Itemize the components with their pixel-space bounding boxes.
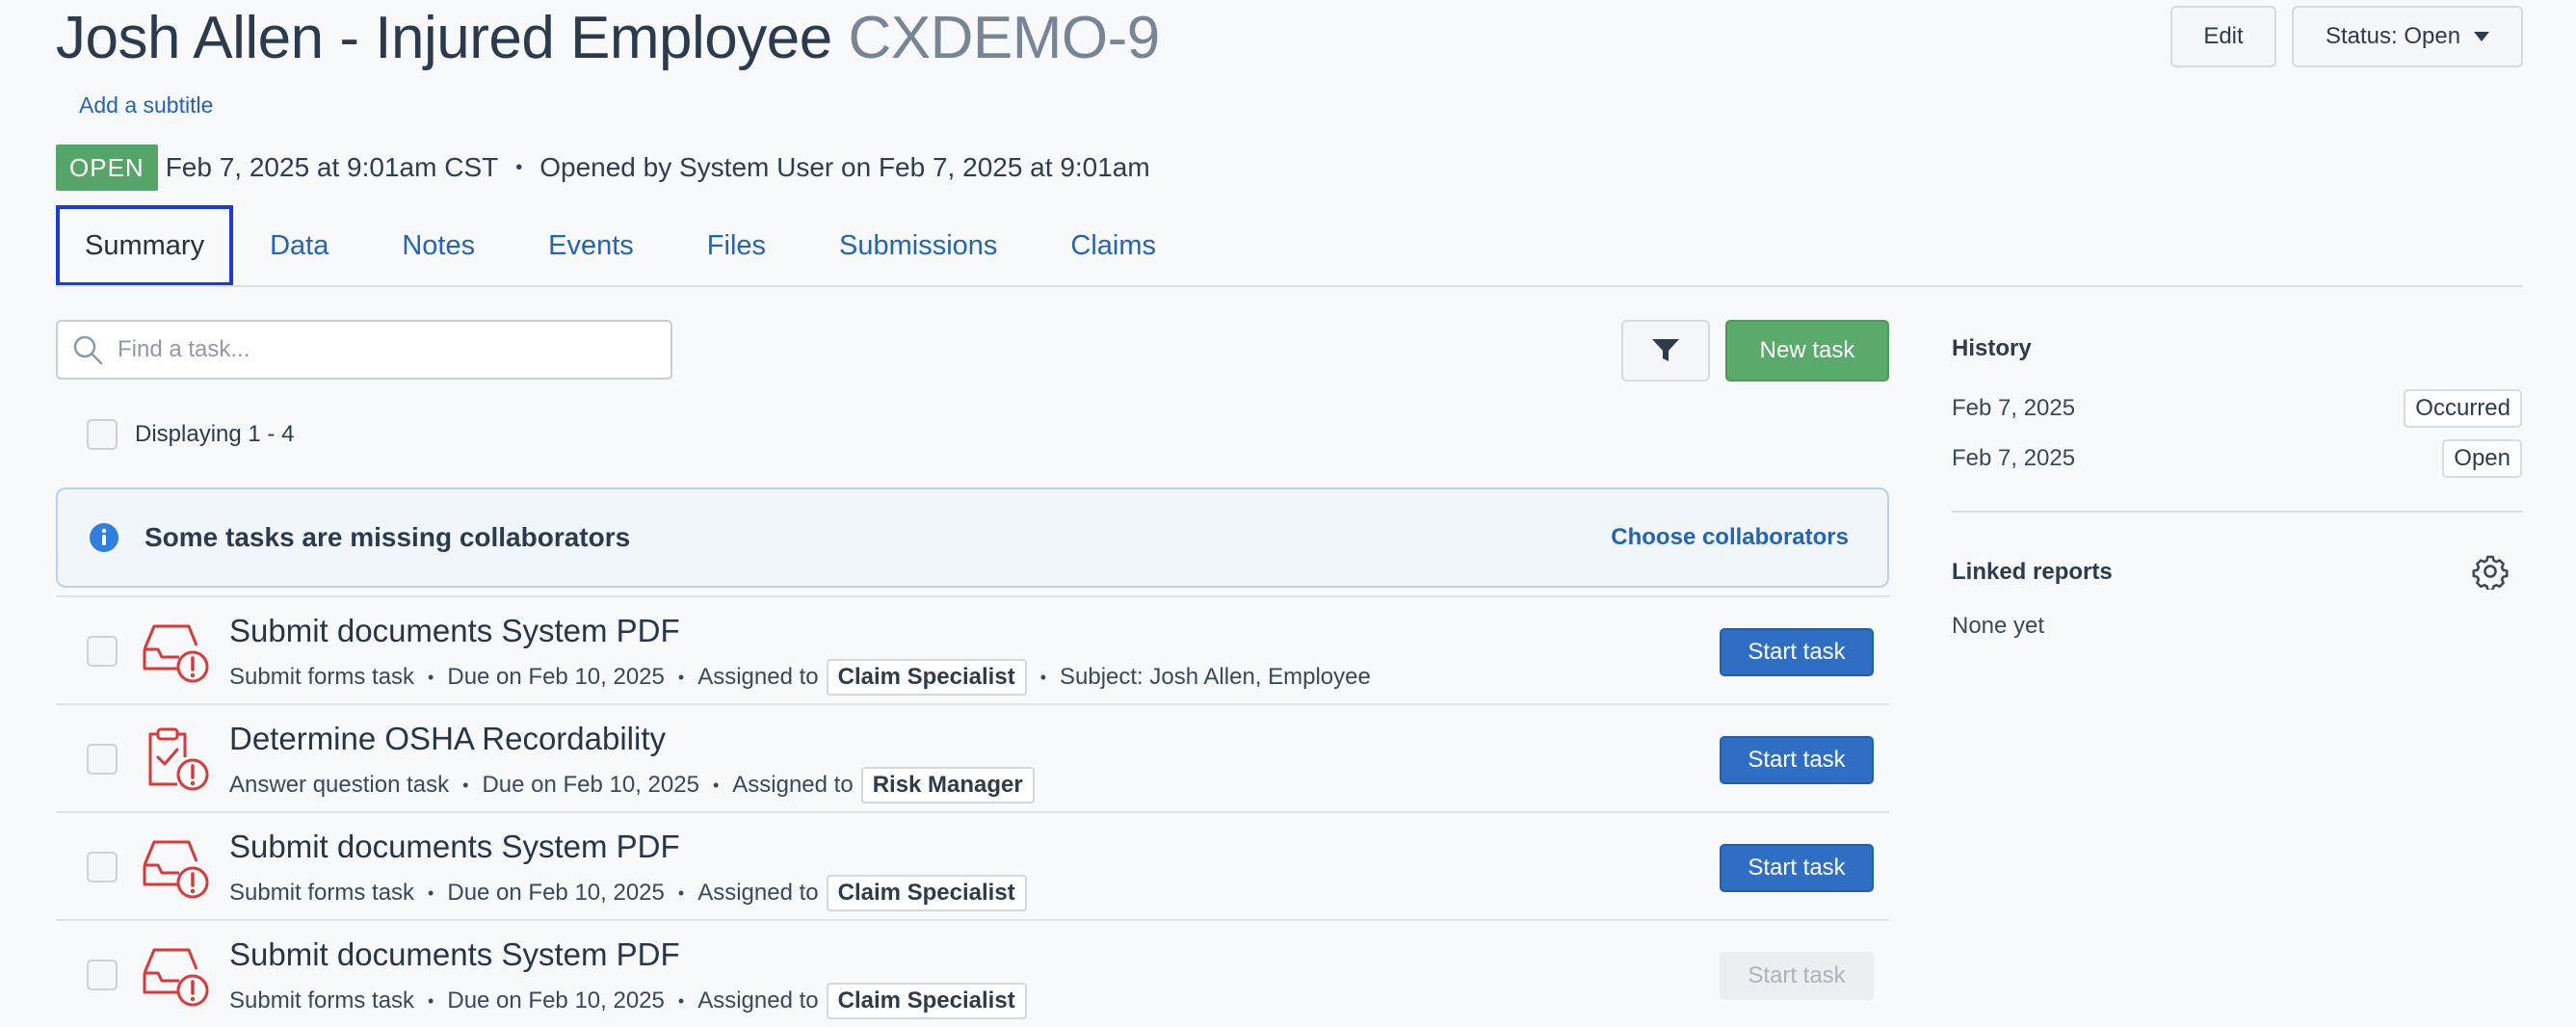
status-dropdown[interactable]: Status: Open (2292, 6, 2523, 67)
task-meta: Submit forms task • Due on Feb 10, 2025 … (229, 875, 1027, 911)
history-event-badge: Open (2442, 439, 2522, 478)
tab-summary[interactable]: Summary (56, 205, 234, 286)
separator-dot: • (677, 990, 685, 1011)
task-checkbox[interactable] (87, 636, 118, 667)
task-type: Submit forms task (229, 988, 415, 1014)
separator-dot: • (462, 775, 469, 795)
task-title[interactable]: Submit documents System PDF (229, 829, 680, 865)
task-checkbox[interactable] (87, 852, 118, 882)
select-all-checkbox[interactable] (87, 419, 118, 450)
task-due: Due on Feb 10, 2025 (447, 988, 665, 1014)
tab-divider (56, 285, 2523, 287)
task-subject: Subject: Josh Allen, Employee (1060, 664, 1371, 690)
tab-submissions[interactable]: Submissions (802, 205, 1034, 286)
start-task-button-disabled: Start task (1720, 952, 1874, 1000)
task-search[interactable] (56, 320, 672, 380)
task-type: Submit forms task (229, 880, 415, 906)
sidebar-divider (1952, 511, 2522, 513)
separator-dot: • (515, 156, 523, 178)
add-subtitle-link[interactable]: Add a subtitle (79, 92, 213, 118)
tab-notes[interactable]: Notes (365, 205, 512, 286)
info-icon (90, 523, 118, 552)
history-date: Feb 7, 2025 (1952, 395, 2076, 421)
collaborators-alert: Some tasks are missing collaborators Cho… (56, 487, 1889, 588)
history-event-badge: Occurred (2404, 389, 2522, 428)
separator-dot: • (428, 882, 434, 903)
edit-button[interactable]: Edit (2170, 6, 2276, 67)
status-label: Status: Open (2325, 23, 2461, 49)
assigned-label: Assigned to (697, 988, 819, 1014)
assigned-label: Assigned to (697, 664, 819, 690)
assignee-chip: Claim Specialist (826, 659, 1027, 696)
case-timestamp: Feb 7, 2025 at 9:01am CST (165, 152, 499, 182)
opened-by-text: Opened by System User on Feb 7, 2025 at … (539, 152, 1150, 182)
assignee-chip: Risk Manager (860, 767, 1035, 803)
alert-message: Some tasks are missing collaborators (145, 522, 631, 552)
start-task-button[interactable]: Start task (1720, 736, 1874, 784)
history-row: Feb 7, 2025 Occurred (1952, 387, 2522, 430)
task-due: Due on Feb 10, 2025 (482, 772, 699, 798)
filter-button[interactable] (1621, 320, 1710, 382)
task-row: Submit documents System PDF Submit forms… (56, 595, 1889, 703)
inbox-alert-icon (143, 948, 209, 1007)
assigned-label: Assigned to (697, 880, 819, 906)
status-badge: OPEN (56, 145, 158, 191)
separator-dot: • (677, 667, 685, 687)
task-row: Determine OSHA Recordability Answer ques… (56, 703, 1889, 811)
choose-collaborators-link[interactable]: Choose collaborators (1611, 524, 1849, 551)
linked-reports-empty: None yet (1952, 613, 2045, 639)
task-checkbox[interactable] (87, 744, 118, 775)
search-input[interactable] (118, 336, 638, 363)
display-count: Displaying 1 - 4 (135, 421, 295, 447)
task-type: Answer question task (229, 772, 450, 798)
task-row: Submit documents System PDF Submit forms… (56, 919, 1889, 1027)
separator-dot: • (677, 882, 685, 903)
filter-icon (1652, 339, 1679, 361)
task-row: Submit documents System PDF Submit forms… (56, 811, 1889, 919)
task-title[interactable]: Determine OSHA Recordability (229, 721, 666, 757)
task-checkbox[interactable] (87, 960, 118, 990)
history-date: Feb 7, 2025 (1952, 445, 2076, 471)
select-all-row: Displaying 1 - 4 (87, 419, 294, 450)
gear-icon[interactable] (2472, 553, 2509, 590)
history-row: Feb 7, 2025 Open (1952, 437, 2522, 480)
tab-events[interactable]: Events (512, 205, 670, 286)
task-title[interactable]: Submit documents System PDF (229, 936, 680, 973)
tab-data[interactable]: Data (233, 205, 365, 286)
separator-dot: • (428, 667, 434, 687)
task-list: Submit documents System PDF Submit forms… (56, 595, 1889, 1027)
page-title: Josh Allen - Injured Employee CXDEMO-9 (56, 4, 1160, 72)
task-due: Due on Feb 10, 2025 (447, 664, 665, 690)
separator-dot: • (428, 990, 434, 1011)
tab-bar: Summary Data Notes Events Files Submissi… (56, 204, 1193, 287)
case-code: CXDEMO-9 (848, 5, 1160, 71)
case-meta: OPEN Feb 7, 2025 at 9:01am CST • Opened … (56, 145, 1150, 191)
assignee-chip: Claim Specialist (826, 875, 1027, 911)
inbox-alert-icon (143, 624, 209, 683)
history-heading: History (1952, 335, 2032, 361)
case-title: Josh Allen - Injured Employee (56, 5, 832, 71)
inbox-alert-icon (143, 840, 209, 899)
separator-dot: • (1039, 667, 1046, 687)
task-due: Due on Feb 10, 2025 (447, 880, 665, 906)
assignee-chip: Claim Specialist (826, 983, 1027, 1019)
clipboard-alert-icon (148, 727, 209, 791)
linked-reports-heading: Linked reports (1952, 559, 2113, 585)
task-meta: Answer question task • Due on Feb 10, 20… (229, 767, 1035, 803)
caret-down-icon (2474, 32, 2490, 41)
task-meta: Submit forms task • Due on Feb 10, 2025 … (229, 983, 1027, 1019)
separator-dot: • (712, 775, 720, 795)
task-meta: Submit forms task • Due on Feb 10, 2025 … (229, 659, 1371, 696)
task-type: Submit forms task (229, 664, 415, 690)
task-title[interactable]: Submit documents System PDF (229, 613, 680, 649)
new-task-button[interactable]: New task (1725, 320, 1889, 382)
assigned-label: Assigned to (732, 772, 854, 798)
tab-files[interactable]: Files (670, 205, 802, 286)
start-task-button[interactable]: Start task (1720, 844, 1874, 892)
tab-claims[interactable]: Claims (1034, 205, 1193, 286)
search-icon (73, 335, 103, 365)
start-task-button[interactable]: Start task (1720, 628, 1874, 676)
